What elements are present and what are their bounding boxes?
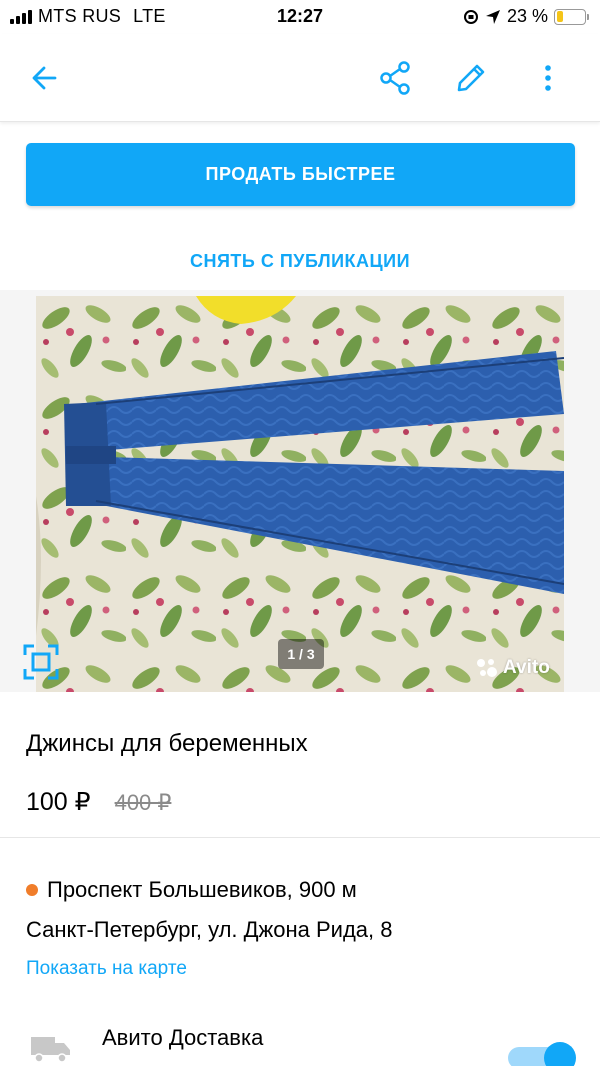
arrow-left-icon[interactable] — [22, 56, 66, 100]
metro-station: Проспект Большевиков, 900 м — [26, 877, 357, 903]
watermark-label: Avito — [503, 657, 550, 678]
sell-faster-button[interactable]: ПРОДАТЬ БЫСТРЕЕ — [26, 143, 575, 206]
status-bar: MTS RUS LTE 12:27 23 % — [0, 0, 600, 34]
divider — [0, 837, 600, 838]
listing-photo[interactable] — [36, 296, 564, 692]
battery-percent: 23 % — [506, 6, 548, 26]
metro-dot-icon — [26, 884, 38, 896]
orientation-lock-icon — [463, 9, 478, 24]
toggle-knob — [544, 1042, 576, 1066]
price: 100 ₽ — [26, 788, 91, 816]
avito-watermark: Avito — [476, 657, 550, 679]
photo-counter: 1 / 3 — [278, 639, 324, 669]
price-row: 100 ₽ 400 ₽ — [26, 787, 171, 817]
pencil-icon[interactable] — [449, 56, 493, 100]
listing-title: Джинсы для беременных — [26, 730, 308, 757]
old-price: 400 ₽ — [114, 790, 172, 815]
more-vertical-icon[interactable] — [526, 56, 570, 100]
unpublish-button[interactable]: СНЯТЬ С ПУБЛИКАЦИИ — [0, 245, 600, 277]
metro-label: Проспект Большевиков, 900 м — [47, 877, 357, 902]
show-on-map-link[interactable]: Показать на карте — [26, 958, 187, 980]
fullscreen-icon[interactable] — [20, 642, 62, 682]
truck-icon — [30, 1033, 72, 1065]
delivery-toggle[interactable] — [508, 1042, 576, 1066]
share-icon[interactable] — [373, 56, 417, 100]
location-arrow-icon — [485, 9, 500, 24]
battery-icon — [554, 8, 589, 25]
delivery-label: Авито Доставка — [102, 1025, 264, 1050]
avito-logo-icon — [477, 659, 497, 677]
address: Санкт-Петербург, ул. Джона Рида, 8 — [26, 917, 393, 942]
app-bar — [0, 34, 600, 122]
photo-gallery[interactable]: 1 / 3 Avito — [0, 290, 600, 692]
